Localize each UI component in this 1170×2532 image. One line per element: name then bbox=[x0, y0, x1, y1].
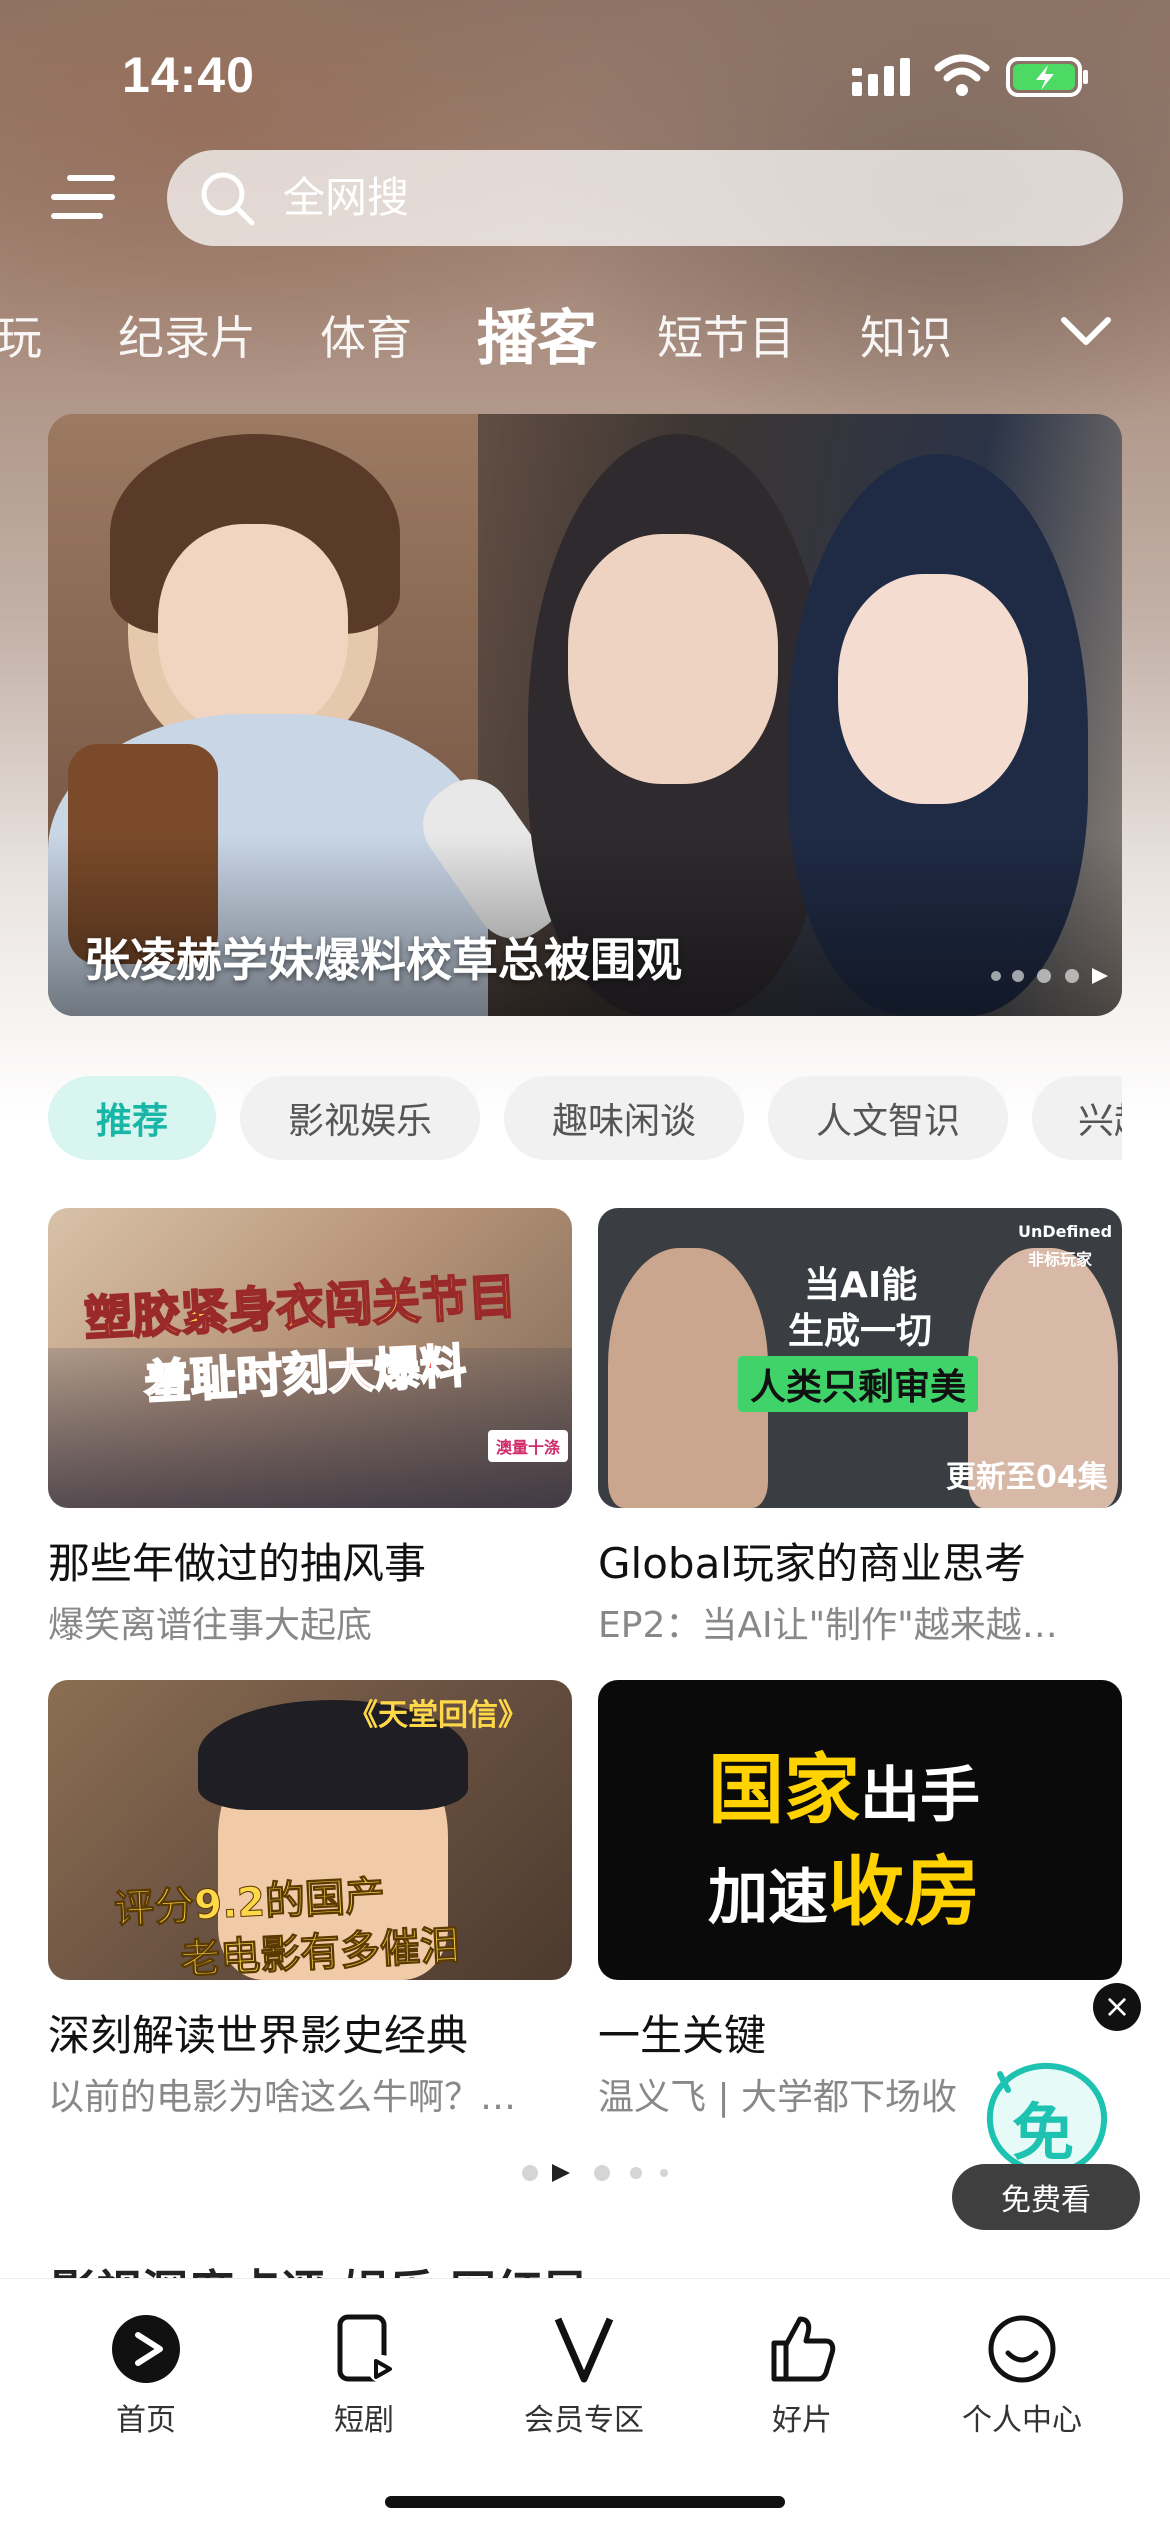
thumb-word-chushou: 出手 bbox=[860, 1761, 980, 1831]
pill-fun-chat[interactable]: 趣味闲谈 bbox=[504, 1076, 744, 1160]
search-placeholder: 全网搜 bbox=[283, 173, 410, 222]
tab-wan[interactable]: 玩 bbox=[0, 302, 42, 368]
thumb-brand-sub: 非标玩家 bbox=[1028, 1250, 1093, 1269]
pill-film-entertainment[interactable]: 影视娱乐 bbox=[240, 1076, 480, 1160]
tab-sports[interactable]: 体育 bbox=[320, 302, 412, 368]
nav-good-films[interactable]: 好片 bbox=[702, 2279, 902, 2439]
filter-pills: 推荐 影视娱乐 趣味闲谈 人文智识 兴趣 bbox=[0, 1076, 1122, 1162]
thumb-tag: 澳量十涤 bbox=[488, 1430, 569, 1462]
thumb-film-title: 《天堂回信》 bbox=[348, 1698, 528, 1733]
battery-charging-icon bbox=[1006, 57, 1088, 97]
thumb-brand: UnDefined bbox=[1018, 1222, 1113, 1241]
banner-carousel-dots bbox=[991, 968, 1108, 984]
search-input[interactable]: 全网搜 bbox=[167, 150, 1123, 246]
card-subtitle-3: 以前的电影为啥这么牛啊？… bbox=[48, 2077, 517, 2118]
thumb-line2: 生成一切 bbox=[788, 1311, 933, 1352]
card-subtitle-4: 温义飞 | 大学都下场收 bbox=[598, 2077, 958, 2118]
card-thumbnail-2[interactable]: UnDefined 非标玩家 当AI能 生成一切 人类只剩审美 更新至04集 bbox=[598, 1208, 1122, 1508]
nav-short-drama-label: 短剧 bbox=[334, 2403, 394, 2438]
card-thumbnail-4[interactable]: 国家出手 加速收房 bbox=[598, 1680, 1122, 1980]
banner-host-face bbox=[158, 524, 348, 734]
banner-actor-face bbox=[568, 534, 778, 784]
nav-vip[interactable]: 会员专区 bbox=[484, 2279, 684, 2439]
bottom-nav: 首页 短剧 会员专区 好片 个人中心 bbox=[0, 2278, 1170, 2532]
thumb-line3: 人类只剩审美 bbox=[738, 1356, 979, 1412]
search-icon bbox=[201, 172, 255, 226]
play-home-icon bbox=[112, 2315, 180, 2383]
nav-vip-label: 会员专区 bbox=[524, 2403, 644, 2438]
close-float-button[interactable]: × bbox=[1093, 1983, 1141, 2031]
menu-icon[interactable] bbox=[50, 172, 116, 222]
free-watch-button[interactable]: 免费看 bbox=[952, 2164, 1140, 2230]
status-bar: 14:40 bbox=[0, 0, 1170, 140]
tab-documentary[interactable]: 纪录片 bbox=[118, 302, 256, 368]
category-tabs: 玩 纪录片 体育 播客 短节目 知识 bbox=[0, 290, 1040, 380]
card-title-2[interactable]: Global玩家的商业思考 bbox=[598, 1530, 1026, 1591]
nav-good-films-label: 好片 bbox=[772, 2403, 832, 2438]
banner-caption: 张凌赫学妹爆料校草总被围观 bbox=[84, 933, 682, 987]
thumb-line2: 加速收房 bbox=[708, 1830, 980, 1940]
banner-actress-face bbox=[838, 574, 1028, 804]
vip-v-icon bbox=[554, 2317, 614, 2383]
tab-short-shows[interactable]: 短节目 bbox=[657, 302, 795, 368]
thumb-word-jiasu: 加速 bbox=[708, 1863, 828, 1933]
short-video-icon bbox=[337, 2314, 396, 2383]
thumbs-up-icon bbox=[771, 2316, 836, 2382]
nav-short-drama[interactable]: 短剧 bbox=[264, 2279, 464, 2439]
episode-badge: 更新至04集 bbox=[946, 1460, 1108, 1495]
smiley-profile-icon bbox=[988, 2315, 1056, 2383]
free-badge-text: 免 bbox=[1012, 2096, 1075, 2169]
pill-humanities[interactable]: 人文智识 bbox=[768, 1076, 1008, 1160]
feed-pager-dots bbox=[522, 2164, 668, 2182]
nav-home[interactable]: 首页 bbox=[46, 2279, 246, 2439]
thumb-word-guojia: 国家 bbox=[708, 1745, 860, 1834]
card-title-1[interactable]: 那些年做过的抽风事 bbox=[48, 1530, 426, 1591]
signal-icon bbox=[852, 58, 910, 96]
thumb-line1: 当AI能 bbox=[804, 1265, 918, 1306]
home-indicator bbox=[385, 2496, 785, 2508]
card-subtitle-1: 爆笑离谱往事大起底 bbox=[48, 1605, 373, 1646]
tab-knowledge[interactable]: 知识 bbox=[860, 302, 952, 368]
card-thumbnail-3[interactable]: 《天堂回信》 评分9.2的国产 老电影有多催泪 bbox=[48, 1680, 572, 1980]
free-badge-icon[interactable]: 免 bbox=[982, 2060, 1110, 2178]
card-title-4[interactable]: 一生关键 bbox=[598, 2002, 766, 2063]
thumb-word-shoufang: 收房 bbox=[828, 1847, 980, 1936]
status-time: 14:40 bbox=[122, 47, 255, 103]
card-title-3[interactable]: 深刻解读世界影史经典 bbox=[48, 2002, 468, 2063]
nav-profile-label: 个人中心 bbox=[962, 2403, 1082, 2438]
nav-profile[interactable]: 个人中心 bbox=[922, 2279, 1122, 2439]
pill-recommended[interactable]: 推荐 bbox=[48, 1076, 216, 1160]
thumb-line1: 国家出手 bbox=[708, 1728, 980, 1838]
hero-banner[interactable]: 张凌赫学妹爆料校草总被围观 bbox=[48, 414, 1122, 1016]
nav-home-label: 首页 bbox=[116, 2403, 176, 2438]
wifi-icon bbox=[934, 54, 990, 96]
chevron-down-icon[interactable] bbox=[1058, 308, 1114, 352]
tab-podcast[interactable]: 播客 bbox=[477, 290, 597, 377]
pill-interest[interactable]: 兴趣 bbox=[1032, 1076, 1122, 1160]
card-subtitle-2: EP2：当AI让"制作"越来越… bbox=[598, 1605, 1058, 1646]
card-thumbnail-1[interactable]: 塑胶紧身衣闯关节目 羞耻时刻大爆料 澳量十涤 bbox=[48, 1208, 572, 1508]
